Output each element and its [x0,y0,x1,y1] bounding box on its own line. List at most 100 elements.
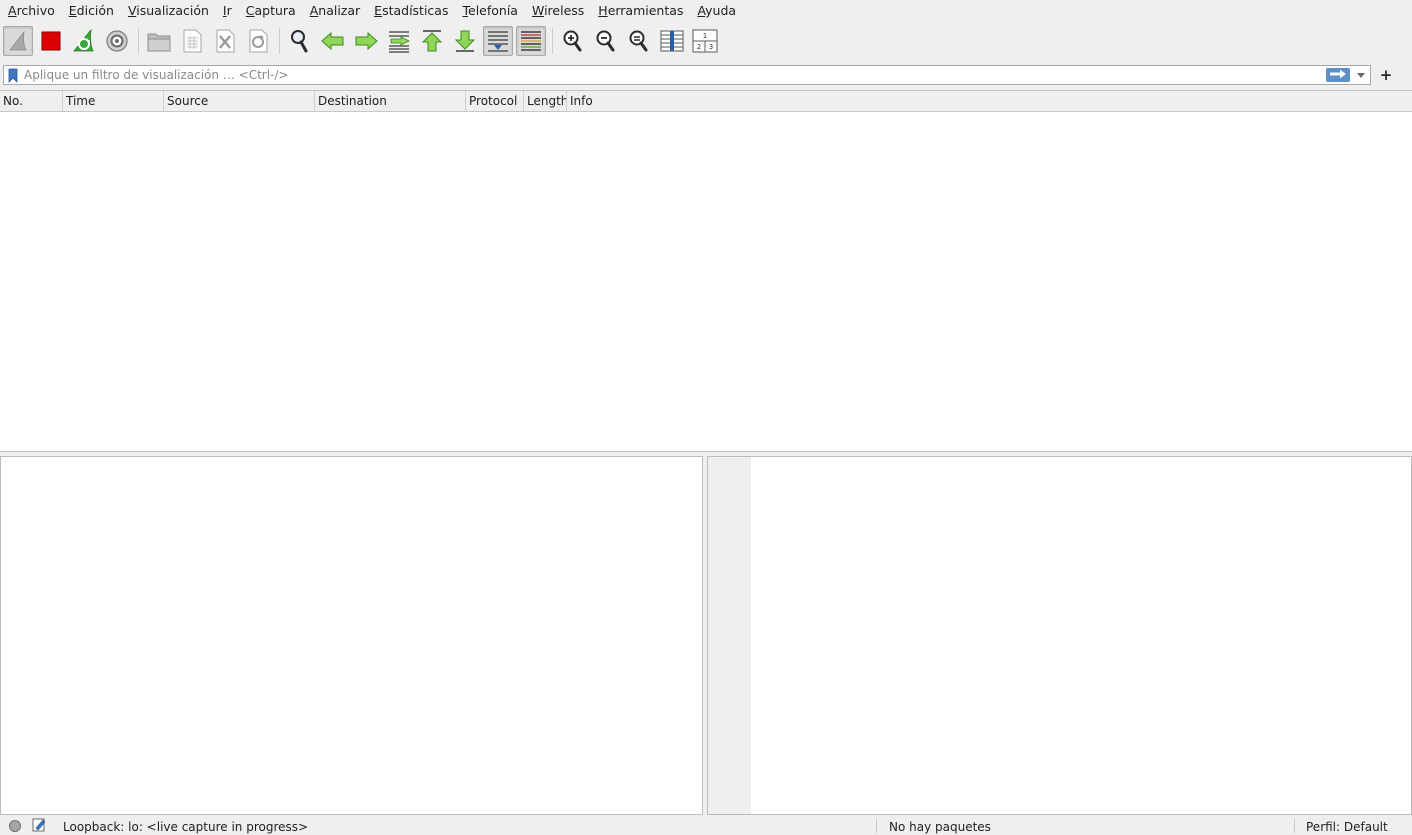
display-filter-field[interactable] [3,65,1371,85]
close-file-button[interactable] [210,26,240,56]
packet-list[interactable]: No. Time Source Destination Protocol Len… [0,90,1412,451]
restart-capture-icon [72,29,96,53]
menu-label: yuda [705,3,737,18]
menu-label: elefonía [468,3,518,18]
display-filter-bar: + [0,63,1412,88]
svg-text:1: 1 [703,32,707,40]
menu-label: ireless [544,3,585,18]
column-header-length[interactable]: Length [524,91,567,111]
menu-mnemonic: A [8,3,17,18]
main-toolbar: 123 [0,22,1412,60]
save-file-button[interactable] [177,26,207,56]
menu-bar: Archivo Edición Visualización Ir Captura Anal… [0,0,1412,22]
menu-label: rchivo [16,3,55,18]
capture-options-icon [105,29,129,53]
resize-columns-button[interactable] [657,26,687,56]
layout-panes-icon: 123 [692,29,718,53]
first-packet-button[interactable] [417,26,447,56]
menu-item-0[interactable]: Archivo [0,0,62,22]
bookmark-icon[interactable] [6,66,20,84]
open-file-button[interactable] [144,26,174,56]
toolbar-separator [138,28,139,54]
zoom-normal-icon [628,29,650,53]
apply-filter-button[interactable] [1326,68,1350,82]
expert-info-icon[interactable] [9,820,21,832]
status-profile-text[interactable]: Perfil: Default [1306,819,1388,835]
column-header-time[interactable]: Time [63,91,164,111]
column-header-info[interactable]: Info [567,91,1412,111]
capture-comment-icon[interactable] [32,818,46,835]
menu-label: r [226,3,232,18]
status-separator [876,819,877,833]
menu-item-1[interactable]: Edición [62,0,121,22]
display-filter-input[interactable] [20,67,1326,83]
menu-mnemonic: H [598,3,608,18]
go-to-packet-icon [387,29,411,53]
packet-list-header: No. Time Source Destination Protocol Len… [0,91,1412,112]
add-filter-button[interactable]: + [1377,65,1395,85]
menu-mnemonic: E [374,3,383,18]
zoom-in-icon [562,29,584,53]
auto-scroll-button[interactable] [483,26,513,56]
svg-text:3: 3 [709,43,713,51]
stop-capture-button[interactable] [36,26,66,56]
toolbar-separator [552,28,553,54]
menu-item-7[interactable]: Telefonía [455,0,524,22]
menu-label: dición [76,3,114,18]
go-back-button[interactable] [318,26,348,56]
column-header-no[interactable]: No. [0,91,63,111]
menu-mnemonic: W [531,3,545,18]
column-header-destination[interactable]: Destination [315,91,466,111]
menu-label: nalizar [318,3,361,18]
menu-item-10[interactable]: Ayuda [690,0,743,22]
menu-mnemonic: A [309,3,319,18]
toolbar-separator [279,28,280,54]
zoom-out-button[interactable] [591,26,621,56]
colorize-icon [519,29,543,53]
reload-file-icon [247,29,269,53]
column-header-protocol[interactable]: Protocol [466,91,524,111]
menu-item-2[interactable]: Visualización [121,0,216,22]
first-packet-icon [421,29,443,53]
go-back-icon [321,31,345,51]
menu-item-8[interactable]: Wireless [525,0,591,22]
menu-item-3[interactable]: Ir [216,0,239,22]
status-bar: Loopback: lo: <live capture in progress>… [0,815,1412,834]
arrow-right-icon [1329,68,1347,82]
reload-file-button[interactable] [243,26,273,56]
open-file-icon [147,30,171,52]
start-capture-button[interactable] [3,26,33,56]
last-packet-icon [454,29,476,53]
status-interface-text: Loopback: lo: <live capture in progress> [63,820,309,834]
stop-capture-icon [40,30,62,52]
svg-text:2: 2 [697,43,701,51]
column-header-source[interactable]: Source [164,91,315,111]
go-to-packet-button[interactable] [384,26,414,56]
menu-item-5[interactable]: Analizar [303,0,367,22]
zoom-normal-button[interactable] [624,26,654,56]
menu-label: erramientas [607,3,684,18]
resize-columns-icon [660,29,684,53]
status-separator [1294,819,1295,833]
chevron-down-icon [1357,68,1365,82]
last-packet-button[interactable] [450,26,480,56]
bytes-offset-gutter [708,457,751,814]
colorize-button[interactable] [516,26,546,56]
packet-bytes-pane[interactable] [707,456,1412,815]
layout-panes-button[interactable]: 123 [690,26,720,56]
menu-mnemonic: E [68,3,77,18]
packet-details-pane[interactable] [0,456,703,815]
menu-label: aptura [254,3,296,18]
filter-history-dropdown[interactable] [1354,66,1368,84]
go-forward-button[interactable] [351,26,381,56]
go-forward-icon [354,31,378,51]
restart-capture-button[interactable] [69,26,99,56]
menu-item-6[interactable]: Estadísticas [367,0,455,22]
capture-options-button[interactable] [102,26,132,56]
find-packet-button[interactable] [285,26,315,56]
menu-item-9[interactable]: Herramientas [591,0,690,22]
menu-item-4[interactable]: Captura [239,0,303,22]
menu-mnemonic: A [697,3,706,18]
shark-fin-start-capture-icon [7,30,29,52]
zoom-in-button[interactable] [558,26,588,56]
